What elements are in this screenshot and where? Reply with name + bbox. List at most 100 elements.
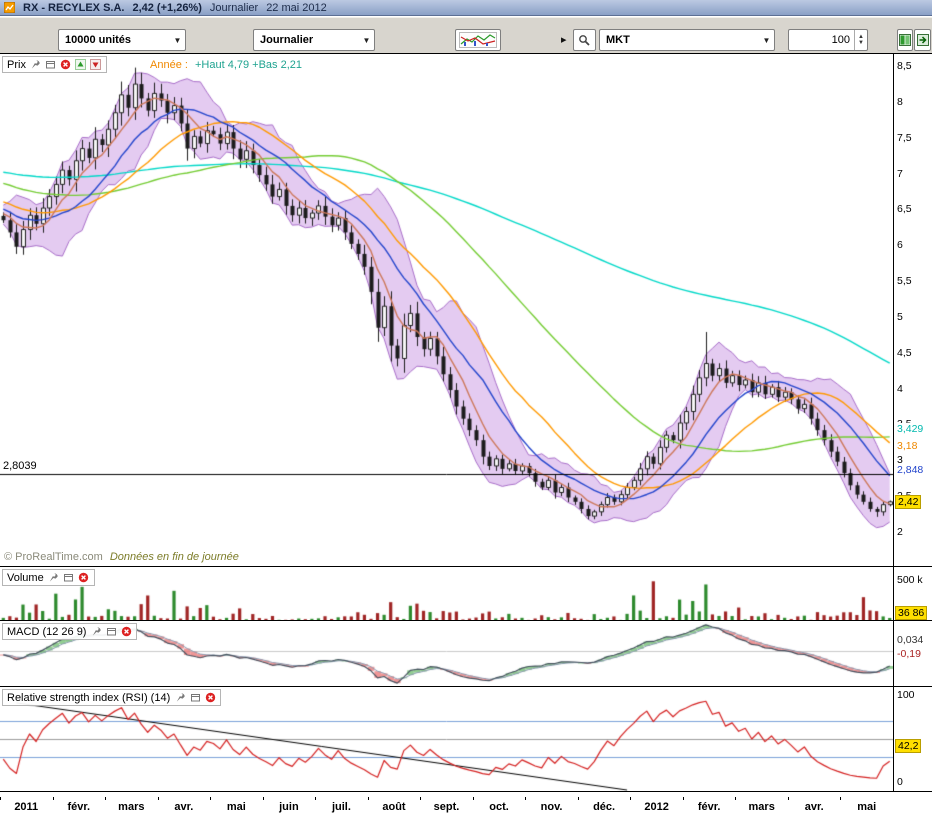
price-axis-tick: 7 [897, 168, 903, 180]
detach-window-icon[interactable] [105, 626, 117, 638]
volume-plot: Volume [0, 567, 894, 620]
time-axis-tick [683, 797, 684, 800]
time-axis-month-label: juin [279, 801, 299, 813]
rsi-panel-title: Relative strength index (RSI) (14) [7, 692, 170, 704]
price-axis-tick: 8,5 [897, 60, 912, 72]
time-axis-month-label: sept. [434, 801, 460, 813]
time-axis-tick [525, 797, 526, 800]
time-axis-tick [630, 797, 631, 800]
price-axis-tick: 7,5 [897, 132, 912, 144]
market-dropdown-value: MKT [600, 34, 759, 46]
time-axis-tick [473, 797, 474, 800]
price-axis-value-label: 2,42 [895, 495, 921, 509]
price-axis-tick: 5,5 [897, 275, 912, 287]
price-panel-title: Prix [7, 59, 26, 71]
market-dropdown[interactable]: MKT ▼ [599, 29, 775, 51]
rsi-panel-toolbar [174, 692, 216, 704]
time-axis-tick [0, 797, 1, 800]
year-label: Année : [150, 59, 188, 71]
titlebar-date: 22 mai 2012 [266, 2, 327, 14]
macd-value-label: -0,19 [897, 648, 921, 660]
chevron-down-icon: ▼ [170, 36, 185, 45]
time-axis-month-label: avr. [805, 801, 824, 813]
price-axis-tick: 6,5 [897, 203, 912, 215]
volume-scale-label: 500 k [897, 574, 923, 586]
price-axis-tick: 6 [897, 239, 903, 251]
time-axis-tick [105, 797, 106, 800]
volume-axis: 500 k 36 86 [894, 567, 932, 620]
chart-style-button[interactable] [455, 29, 501, 51]
price-panel-header: Prix [2, 56, 107, 73]
volume-panel-toolbar [48, 572, 90, 584]
close-icon[interactable] [60, 59, 72, 71]
time-axis-month-label: déc. [593, 801, 615, 813]
quantity-spinner[interactable]: 100 ▲▼ [788, 29, 868, 51]
price-axis-tick: 4 [897, 383, 903, 395]
time-axis-tick [53, 797, 54, 800]
time-axis-tick [420, 797, 421, 800]
detach-window-icon[interactable] [189, 692, 201, 704]
rsi-current-label: 42,2 [895, 739, 921, 753]
green-arrow-icon [917, 34, 929, 46]
settings-wrench-icon[interactable] [174, 692, 186, 704]
price-panel-toolbar [30, 59, 102, 71]
time-axis-tick [578, 797, 579, 800]
time-axis-tick [735, 797, 736, 800]
price-axis-value-label: 3,18 [895, 440, 919, 452]
titlebar-period: Journalier [210, 2, 258, 14]
layout-split-button[interactable] [897, 29, 913, 51]
open-window-button[interactable] [914, 29, 931, 51]
period-dropdown[interactable]: Journalier ▼ [253, 29, 375, 51]
macd-panel-toolbar [90, 626, 132, 638]
price-chart-canvas[interactable] [0, 54, 893, 566]
time-axis-month-label: mai [227, 801, 246, 813]
time-axis-tick [263, 797, 264, 800]
time-axis-tick [368, 797, 369, 800]
split-panes-icon [899, 34, 911, 46]
collapse-arrow-icon[interactable]: ▸ [561, 33, 567, 46]
toolbar: 10000 unités ▼ Journalier ▼ ▸ MKT ▼ 100 … [0, 17, 932, 54]
price-axis-value-label: 2,848 [895, 464, 925, 476]
period-dropdown-value: Journalier [254, 34, 359, 46]
settings-wrench-icon[interactable] [90, 626, 102, 638]
detach-window-icon[interactable] [63, 572, 75, 584]
symbol-search-button[interactable] [573, 29, 596, 51]
settings-wrench-icon[interactable] [48, 572, 60, 584]
detach-window-icon[interactable] [45, 59, 57, 71]
time-axis-month-label: oct. [489, 801, 509, 813]
time-axis-tick [788, 797, 789, 800]
time-axis-month-label: mars [118, 801, 144, 813]
time-axis-month-label: févr. [698, 801, 721, 813]
time-axis-tick [158, 797, 159, 800]
chart-area: Prix Année : +Haut 4,79 +Bas 2,21 2,8039 [0, 54, 932, 792]
macd-axis: 0,034-0,19 [894, 621, 932, 686]
time-axis-tick [315, 797, 316, 800]
mini-chart-icon [459, 32, 497, 48]
close-icon[interactable] [120, 626, 132, 638]
price-axis-tick: 2 [897, 526, 903, 538]
close-icon[interactable] [78, 572, 90, 584]
titlebar[interactable]: RX - RECYLEX S.A. 2,42 (+1,26%) Journali… [0, 0, 932, 16]
volume-chart-canvas[interactable] [0, 567, 893, 620]
settings-wrench-icon[interactable] [30, 59, 42, 71]
app-icon [4, 2, 15, 13]
horizontal-line-label: 2,8039 [3, 460, 37, 472]
time-axis-month-label: mai [857, 801, 876, 813]
copyright-site: © ProRealTime.com [4, 551, 103, 563]
move-up-icon[interactable] [75, 59, 87, 71]
units-dropdown[interactable]: 10000 unités ▼ [58, 29, 186, 51]
rsi-axis-top: 100 [897, 689, 915, 701]
volume-current-label: 36 86 [895, 606, 927, 620]
price-axis: 8,587,576,565,554,543,532,523,4293,182,8… [894, 54, 932, 566]
move-down-icon[interactable] [90, 59, 102, 71]
spinner-arrows-icon[interactable]: ▲▼ [854, 30, 867, 50]
units-dropdown-value: 10000 unités [59, 34, 170, 46]
macd-panel-title: MACD (12 26 9) [7, 626, 86, 638]
macd-plot: MACD (12 26 9) [0, 621, 894, 686]
price-axis-tick: 5 [897, 311, 903, 323]
search-icon [578, 34, 591, 47]
time-axis-month-label: nov. [541, 801, 563, 813]
close-icon[interactable] [204, 692, 216, 704]
macd-row: MACD (12 26 9) 0,034-0,19 [0, 621, 932, 687]
volume-row: Volume 500 k 36 86 [0, 567, 932, 621]
